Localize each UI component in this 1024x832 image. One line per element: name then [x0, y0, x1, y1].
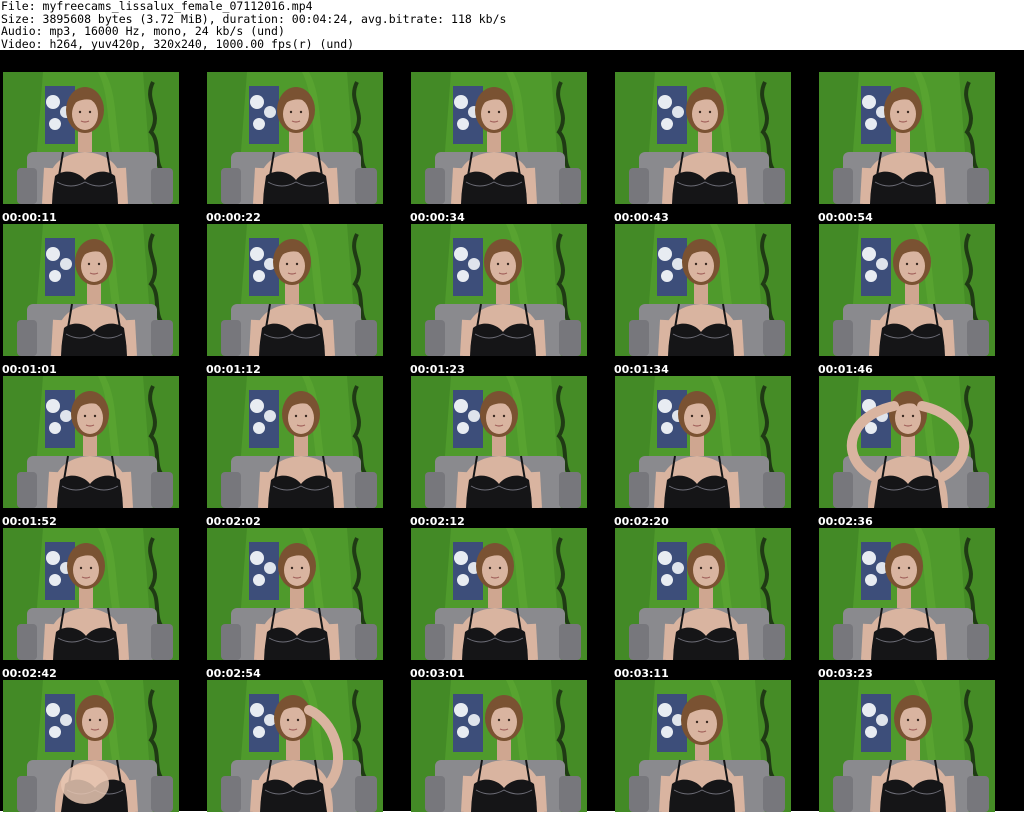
- frame-timestamp: 00:02:42: [2, 667, 57, 680]
- video-thumbnail: [411, 376, 587, 508]
- video-frame-image: [615, 680, 791, 812]
- video-thumbnail: [207, 72, 383, 204]
- frame-timestamp: 00:03:40: [206, 819, 261, 832]
- video-frame-image: [3, 376, 179, 508]
- video-frame-image: [411, 376, 587, 508]
- frame-timestamp: 00:01:52: [2, 515, 57, 528]
- video-frame-image: [819, 528, 995, 660]
- video-frame-image: [411, 72, 587, 204]
- frame-timestamp: 00:01:01: [2, 363, 57, 376]
- frame-timestamp: 00:02:02: [206, 515, 261, 528]
- video-thumbnail: [615, 72, 791, 204]
- frame-timestamp: 00:03:51: [410, 819, 465, 832]
- frame-timestamp: 00:04:14: [818, 819, 873, 832]
- frame-timestamp: 00:01:12: [206, 363, 261, 376]
- frame-timestamp: 00:02:12: [410, 515, 465, 528]
- video-thumbnail: [411, 528, 587, 660]
- video-frame-image: [207, 224, 383, 356]
- video-frame-image: [819, 72, 995, 204]
- audio-info-line: Audio: mp3, 16000 Hz, mono, 24 kb/s (und…: [1, 24, 285, 38]
- frame-timestamp: 00:03:11: [614, 667, 669, 680]
- frame-timestamp: 00:01:34: [614, 363, 669, 376]
- frame-timestamp: 00:01:23: [410, 363, 465, 376]
- video-thumbnail: [207, 376, 383, 508]
- video-thumbnail: [207, 528, 383, 660]
- frame-timestamp: 00:03:01: [410, 667, 465, 680]
- video-frame-image: [615, 72, 791, 204]
- video-thumbnail: [615, 528, 791, 660]
- video-thumbnail: [819, 528, 995, 660]
- video-thumbnail: [207, 224, 383, 356]
- video-thumbnail: [411, 224, 587, 356]
- video-frame-image: [411, 224, 587, 356]
- video-thumbnail: [819, 376, 995, 508]
- video-frame-image: [207, 680, 383, 812]
- frame-timestamp: 00:02:54: [206, 667, 261, 680]
- frame-timestamp: 00:00:54: [818, 211, 873, 224]
- video-thumbnail: [819, 72, 995, 204]
- video-thumbnail: [3, 680, 179, 812]
- video-frame-image: [3, 528, 179, 660]
- video-thumbnail: [411, 72, 587, 204]
- video-thumbnail: [3, 376, 179, 508]
- video-thumbnail: [615, 680, 791, 812]
- video-frame-image: [411, 680, 587, 812]
- video-frame-image: [615, 528, 791, 660]
- video-info-line: Video: h264, yuv420p, 320x240, 1000.00 f…: [1, 36, 355, 51]
- video-thumbnail: [819, 224, 995, 356]
- file-name-line: File: myfreecams_lissalux_female_0711201…: [1, 0, 313, 13]
- video-frame-image: [3, 680, 179, 812]
- video-thumbnail: [411, 680, 587, 812]
- video-thumbnail: [615, 224, 791, 356]
- frame-timestamp: 00:00:43: [614, 211, 669, 224]
- video-frame-image: [207, 528, 383, 660]
- file-info-header: File: myfreecams_lissalux_female_0711201…: [0, 0, 1024, 50]
- frame-timestamp: 00:04:00: [614, 819, 669, 832]
- video-thumbnail: [615, 376, 791, 508]
- video-frame-image: [207, 376, 383, 508]
- frame-timestamp: 00:02:20: [614, 515, 669, 528]
- frame-timestamp: 00:00:11: [2, 211, 57, 224]
- video-frame-image: [819, 224, 995, 356]
- video-thumbnail: [819, 680, 995, 812]
- video-frame-image: [819, 376, 995, 508]
- frame-timestamp: 00:00:22: [206, 211, 261, 224]
- frame-timestamp: 00:00:34: [410, 211, 465, 224]
- video-thumbnail: [3, 72, 179, 204]
- frame-timestamp: 00:03:36: [2, 819, 57, 832]
- video-frame-image: [411, 528, 587, 660]
- video-thumbnail: [207, 680, 383, 812]
- frame-timestamp: 00:02:36: [818, 515, 873, 528]
- frame-timestamp: 00:03:23: [818, 667, 873, 680]
- video-frame-image: [3, 72, 179, 204]
- thumbnail-grid: 00:00:11 00:00:22 00:00:34 00:00:43 00:00:54…: [0, 50, 1024, 832]
- video-frame-image: [3, 224, 179, 356]
- video-frame-image: [615, 224, 791, 356]
- video-frame-image: [207, 72, 383, 204]
- frame-timestamp: 00:01:46: [818, 363, 873, 376]
- video-thumbnail: [3, 528, 179, 660]
- video-frame-image: [615, 376, 791, 508]
- video-thumbnail: [3, 224, 179, 356]
- video-frame-image: [819, 680, 995, 812]
